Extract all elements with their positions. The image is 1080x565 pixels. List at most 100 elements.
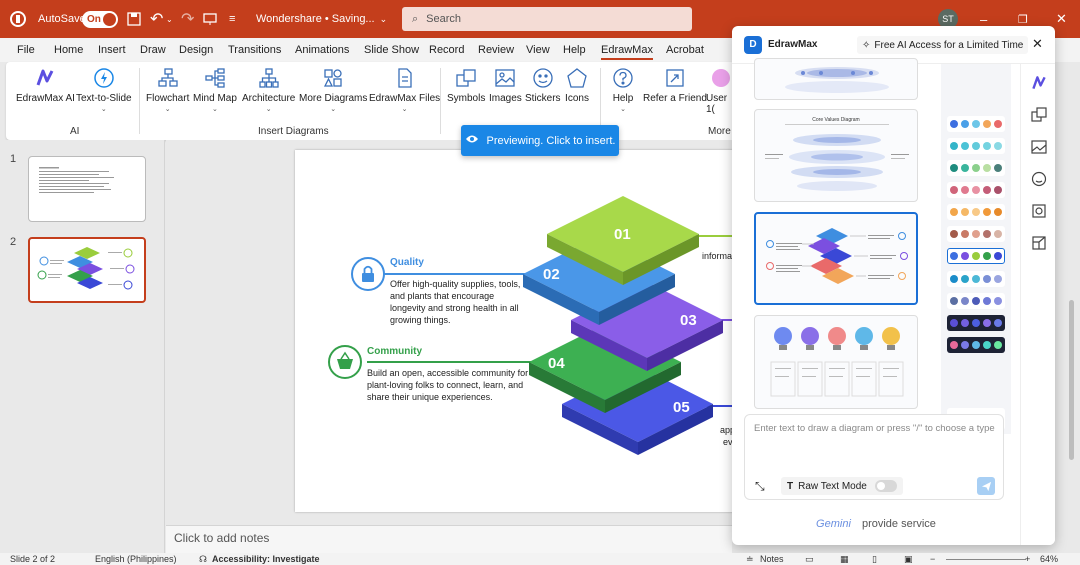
color-palette-option[interactable] (947, 226, 1005, 242)
color-palette-option[interactable] (947, 315, 1005, 331)
panel-title: EdrawMax (768, 39, 818, 50)
present-icon[interactable] (203, 0, 217, 38)
images-label: Images (489, 93, 522, 104)
send-button[interactable] (977, 477, 995, 495)
tab-file[interactable]: File (17, 38, 35, 62)
slideshow-icon[interactable]: ▣ (904, 554, 913, 565)
tab-slide-show[interactable]: Slide Show (364, 38, 419, 62)
tab-edrawmax[interactable]: EdrawMax (601, 38, 653, 62)
preview-toast[interactable]: Previewing. Click to insert. (461, 125, 619, 156)
color-palette-option[interactable] (947, 116, 1005, 132)
chevron-down-icon: ⌄ (100, 106, 107, 113)
tab-home[interactable]: Home (54, 38, 83, 62)
undo-dropdown-icon[interactable]: ⌄ (166, 0, 173, 38)
image-icon[interactable] (1030, 138, 1048, 156)
color-palette-option[interactable] (947, 160, 1005, 176)
symbols-label: Symbols (447, 93, 486, 104)
tab-view[interactable]: View (526, 38, 550, 62)
tab-record[interactable]: Record (429, 38, 464, 62)
promo-badge[interactable]: ✧ Free AI Access for a Limited Time (857, 36, 1029, 54)
diagram-template-card[interactable] (754, 315, 918, 409)
accessibility-status[interactable]: Accessibility: Investigate (212, 554, 320, 564)
slide-sorter-icon[interactable]: ▦ (840, 554, 849, 565)
close-panel-icon[interactable]: ✕ (1032, 36, 1043, 52)
slide-thumbnail-2[interactable] (28, 237, 146, 303)
vertical-scrollbar[interactable] (1069, 300, 1074, 460)
zoom-in-icon[interactable]: + (1025, 554, 1030, 564)
preview-toast-text: Previewing. Click to insert. (486, 134, 616, 147)
architecture-button[interactable]: Architecture ⌄ (242, 66, 295, 113)
notes-button[interactable]: Notes (760, 554, 784, 564)
text-to-slide-label: Text-to-Slide (76, 93, 132, 104)
tab-help[interactable]: Help (563, 38, 586, 62)
color-palette-option[interactable] (947, 337, 1005, 353)
tab-animations[interactable]: Animations (295, 38, 349, 62)
diagram-template-card[interactable] (754, 58, 918, 100)
color-palette-option[interactable] (947, 271, 1005, 287)
flowchart-icon (156, 66, 180, 90)
tab-review[interactable]: Review (478, 38, 514, 62)
edrawmax-files-button[interactable]: EdrawMax Files ⌄ (369, 66, 440, 113)
reading-view-icon[interactable]: ▯ (872, 554, 877, 565)
text-to-slide-button[interactable]: Text-to-Slide ⌄ (76, 66, 132, 113)
slide-thumbnail-1[interactable] (28, 156, 146, 222)
symbols-icon[interactable] (1030, 106, 1048, 124)
expand-icon[interactable]: ⤡ (755, 479, 765, 494)
tab-transitions[interactable]: Transitions (228, 38, 281, 62)
tab-acrobat[interactable]: Acrobat (666, 38, 704, 62)
color-palette-option-selected[interactable] (947, 248, 1005, 264)
edrawmax-ai-button[interactable]: EdrawMax AI (16, 66, 75, 104)
flowchart-button[interactable]: Flowchart ⌄ (146, 66, 189, 113)
diagram-template-card-selected[interactable] (754, 212, 918, 305)
refer-friend-button[interactable]: Refer a Friend (643, 66, 707, 104)
slide-2[interactable]: 01 02 03 04 05 Quality Offer high-qualit… (295, 150, 735, 512)
color-palette-option[interactable] (947, 182, 1005, 198)
chevron-down-icon: ⌄ (620, 106, 626, 113)
provider-footer: Gemini provide service (732, 518, 1020, 530)
frame-icon[interactable] (1030, 202, 1048, 220)
diagram-template-card[interactable]: Core Values Diagram (754, 109, 918, 202)
document-title[interactable]: Wondershare • Saving... ⌄ (256, 0, 387, 38)
layout-icon[interactable] (1030, 234, 1048, 252)
lightning-icon (92, 66, 116, 90)
search-input[interactable]: ⌕ Search (402, 7, 692, 31)
symbols-button[interactable]: Symbols (447, 66, 485, 104)
color-palette-option[interactable] (947, 293, 1005, 309)
stickers-button[interactable]: Stickers (525, 66, 561, 104)
zoom-slider[interactable] (946, 559, 1026, 560)
powerpoint-logo-icon (10, 0, 26, 38)
undo-icon[interactable]: ↶ (150, 0, 163, 38)
customize-qat-icon[interactable]: ≡ (229, 0, 235, 38)
help-button[interactable]: Help ⌄ (611, 66, 635, 113)
images-button[interactable]: Images (489, 66, 522, 104)
language-indicator[interactable]: English (Philippines) (95, 554, 177, 564)
zoom-level[interactable]: 64% (1040, 554, 1058, 564)
raw-text-mode-toggle[interactable]: T Raw Text Mode (781, 477, 903, 495)
layer-number-01: 01 (614, 226, 631, 243)
mind-map-button[interactable]: Mind Map ⌄ (193, 66, 237, 113)
icons-button[interactable]: Icons (565, 66, 589, 104)
redo-icon[interactable]: ↷ (181, 0, 194, 38)
quality-text-line: growing things. (390, 315, 451, 325)
share-icon (663, 66, 687, 90)
panel-side-toolbar (1020, 64, 1055, 545)
more-diagrams-button[interactable]: More Diagrams ⌄ (299, 66, 367, 113)
tab-insert[interactable]: Insert (98, 38, 126, 62)
tab-draw[interactable]: Draw (140, 38, 166, 62)
promo-text: Free AI Access for a Limited Time (874, 39, 1024, 51)
autosave-toggle[interactable]: On (82, 0, 118, 38)
normal-view-icon[interactable]: ▭ (805, 554, 814, 565)
notes-pane[interactable]: Click to add notes (166, 525, 732, 553)
community-text-line: plant-loving folks to connect, learn, an… (367, 380, 524, 390)
raw-text-mode-switch[interactable] (875, 480, 897, 492)
color-palette-option[interactable] (947, 138, 1005, 154)
community-text-line: share their unique experiences. (367, 392, 493, 402)
save-icon[interactable] (127, 0, 141, 38)
zoom-out-icon[interactable]: − (930, 554, 935, 564)
close-window-icon[interactable]: ✕ (1056, 0, 1067, 38)
tab-design[interactable]: Design (179, 38, 213, 62)
prompt-input[interactable]: Enter text to draw a diagram or press "/… (744, 414, 1004, 500)
color-palette-option[interactable] (947, 204, 1005, 220)
sticker-icon[interactable] (1030, 170, 1048, 188)
edrawmax-ai-icon[interactable] (1030, 74, 1048, 92)
